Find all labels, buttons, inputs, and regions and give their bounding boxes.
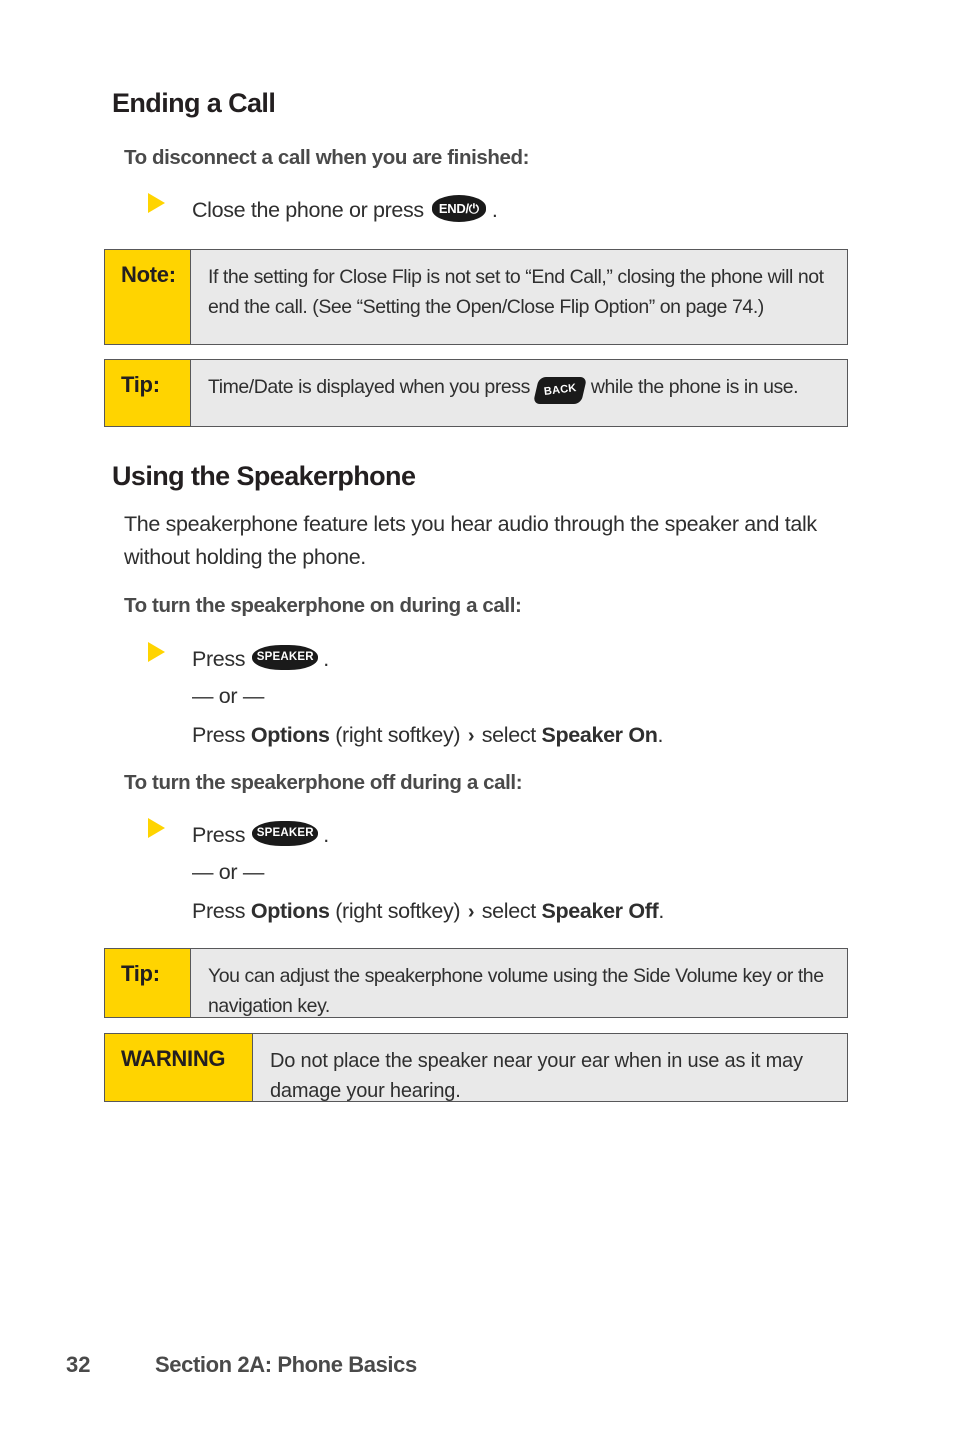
chevron-right-icon: › bbox=[467, 725, 475, 747]
subheading-speakerphone-off: To turn the speakerphone off during a ca… bbox=[124, 771, 523, 794]
bullet-text-after: . bbox=[491, 198, 498, 222]
press-period: . bbox=[323, 823, 329, 847]
or-divider-on: — or — bbox=[192, 684, 264, 708]
note-callout-body: If the setting for Close Flip is not set… bbox=[208, 266, 824, 318]
note-label-text: Note: bbox=[121, 262, 176, 287]
tip-label-text: Tip: bbox=[121, 372, 160, 397]
tip-body-after: while the phone is in use. bbox=[590, 376, 799, 398]
tip-body-before: Time/Date is displayed when you press bbox=[208, 376, 530, 398]
alt-select: select bbox=[481, 899, 536, 923]
alt-options-label: Options bbox=[250, 723, 330, 747]
alt-speaker-on-label: Speaker On bbox=[541, 723, 658, 747]
tip-label-text: Tip: bbox=[121, 961, 160, 986]
alt-press: Press bbox=[192, 899, 246, 923]
footer-section-title: Section 2A: Phone Basics bbox=[155, 1352, 417, 1377]
page-title-using-speakerphone: Using the Speakerphone bbox=[112, 461, 416, 491]
speaker-key-icon: SPEAKER bbox=[252, 821, 319, 846]
note-callout-label: Note: bbox=[105, 250, 191, 344]
warning-callout-label: WARNING bbox=[105, 1034, 253, 1101]
bullet-triangle-icon bbox=[148, 818, 165, 838]
alt-step-speaker-off: Press Options (right softkey) › select S… bbox=[192, 899, 664, 924]
warning-callout: WARNING Do not place the speaker near yo… bbox=[104, 1033, 848, 1102]
press-label: Press bbox=[192, 823, 246, 847]
page-title-ending-a-call: Ending a Call bbox=[112, 88, 276, 118]
back-key-icon: BACK bbox=[532, 377, 587, 405]
alt-step-speaker-on: Press Options (right softkey) › select S… bbox=[192, 723, 663, 748]
bullet-item-press-speaker-on: Press SPEAKER . bbox=[192, 645, 329, 672]
or-divider-off: — or — bbox=[192, 860, 264, 884]
bullet-triangle-icon bbox=[148, 642, 165, 662]
tip-callout-1: Tip: Time/Date is displayed when you pre… bbox=[104, 359, 848, 427]
press-period: . bbox=[323, 647, 329, 671]
subheading-disconnect-call: To disconnect a call when you are finish… bbox=[124, 146, 530, 169]
paragraph-speakerphone-intro: The speakerphone feature lets you hear a… bbox=[124, 512, 817, 569]
list-item: Close the phone or press END/⏻ . bbox=[148, 193, 498, 224]
end-key-icon: END/⏻ bbox=[431, 195, 486, 222]
alt-speaker-off-label: Speaker Off bbox=[541, 899, 659, 923]
warning-label-text: WARNING bbox=[121, 1046, 226, 1071]
tip-callout-1-label: Tip: bbox=[105, 360, 191, 426]
alt-select: select bbox=[481, 723, 536, 747]
alt-press: Press bbox=[192, 723, 246, 747]
speaker-key-icon: SPEAKER bbox=[252, 645, 319, 670]
alt-softkey-note: (right softkey) bbox=[335, 899, 461, 923]
warning-callout-body: Do not place the speaker near your ear w… bbox=[270, 1050, 803, 1102]
alt-options-label: Options bbox=[250, 899, 330, 923]
bullet-triangle-icon bbox=[148, 193, 165, 213]
list-item: Press SPEAKER . bbox=[148, 642, 329, 672]
subheading-speakerphone-on: To turn the speakerphone on during a cal… bbox=[124, 594, 522, 617]
bullet-item-press-speaker-off: Press SPEAKER . bbox=[192, 821, 329, 848]
alt-period: . bbox=[657, 723, 664, 747]
bullet-text-before: Close the phone or press bbox=[192, 198, 424, 222]
alt-softkey-note: (right softkey) bbox=[335, 723, 461, 747]
bullet-item-close-phone: Close the phone or press END/⏻ . bbox=[192, 195, 498, 224]
tip-callout-2-body: You can adjust the speakerphone volume u… bbox=[208, 965, 824, 1017]
manual-page: Ending a Call To disconnect a call when … bbox=[0, 0, 954, 1431]
tip-callout-1-body: Time/Date is displayed when you press BAC… bbox=[191, 360, 847, 426]
press-label: Press bbox=[192, 647, 246, 671]
chevron-right-icon: › bbox=[467, 901, 475, 923]
note-callout: Note: If the setting for Close Flip is n… bbox=[104, 249, 848, 345]
page-number: 32 bbox=[66, 1352, 91, 1377]
list-item: Press SPEAKER . bbox=[148, 818, 329, 848]
tip-callout-2-label: Tip: bbox=[105, 949, 191, 1017]
tip-callout-2: Tip: You can adjust the speakerphone vol… bbox=[104, 948, 848, 1018]
alt-period: . bbox=[658, 899, 664, 923]
